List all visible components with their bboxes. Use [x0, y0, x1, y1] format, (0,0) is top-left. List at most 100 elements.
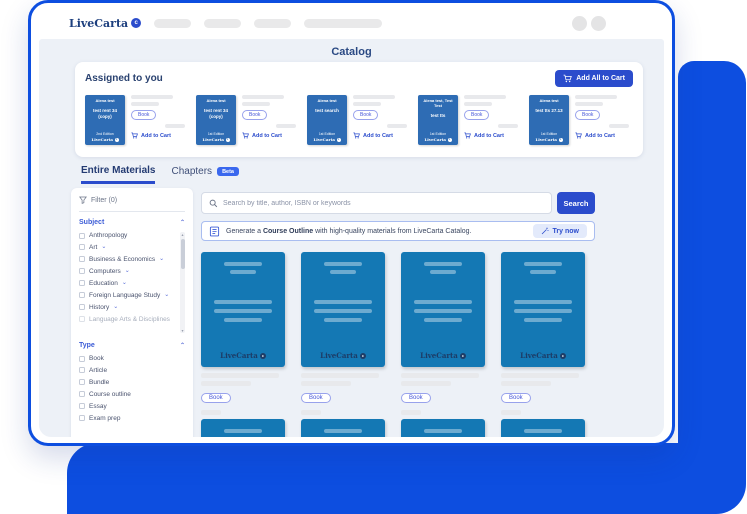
chevron-down-icon[interactable]: ⌄ [122, 280, 127, 286]
type-option[interactable]: Article [79, 367, 185, 374]
subject-option[interactable]: Computers⌄ [79, 268, 177, 275]
type-option[interactable]: Exam prep [79, 415, 185, 422]
assigned-card[interactable]: Alena test, Test Test test tts 1st Editi… [418, 95, 522, 145]
cart-icon [353, 132, 360, 139]
book-cover[interactable]: Alena test test rent 34 (copy) 2nd Editi… [85, 95, 125, 145]
checkbox[interactable] [79, 316, 85, 322]
book-cover[interactable]: LiveCartac [501, 252, 585, 367]
add-to-cart-link[interactable]: Add to Cart [575, 132, 633, 139]
checkbox[interactable] [79, 304, 85, 310]
subject-option[interactable]: Language Arts & Disciplines [79, 316, 177, 323]
tab-entire-materials[interactable]: Entire Materials [81, 165, 155, 184]
search-button[interactable]: Search [557, 192, 595, 214]
assigned-card[interactable]: Alena test test rent 34 (copy) 1st Editi… [196, 95, 300, 145]
search-box[interactable] [201, 192, 552, 214]
subject-section-header[interactable]: Subject ⌃ [79, 219, 185, 226]
price-placeholder [276, 124, 296, 128]
type-badge: Book [575, 110, 600, 120]
book-cover[interactable] [301, 419, 385, 437]
price-placeholder [165, 124, 185, 128]
chevron-down-icon[interactable]: ⌄ [159, 256, 164, 262]
book-cover[interactable]: LiveCartac [401, 252, 485, 367]
checkbox[interactable] [79, 233, 85, 239]
course-outline-banner: Generate a Course Outline with high-qual… [201, 221, 595, 241]
background-shape-bottom [67, 443, 746, 514]
assigned-card[interactable]: Alena test test search 1st Edition LiveC… [307, 95, 411, 145]
title-placeholder [242, 95, 284, 99]
catalog-grid: LiveCartac Book LiveCartac [201, 252, 595, 437]
subject-option[interactable]: History⌄ [79, 304, 177, 311]
checkbox[interactable] [79, 391, 85, 397]
book-cover[interactable]: Alena test test rent 34 (copy) 1st Editi… [196, 95, 236, 145]
scroll-up-icon[interactable]: ▴ [180, 232, 185, 237]
catalog-card[interactable]: LiveCartac Book [401, 252, 485, 415]
book-cover[interactable]: Alena test, Test Test test tts 1st Editi… [418, 95, 458, 145]
logo-mark-icon: c [560, 353, 566, 359]
add-all-to-cart-button[interactable]: Add All to Cart [555, 70, 633, 87]
author-placeholder [575, 102, 603, 106]
catalog-card[interactable]: LiveCartac Book [201, 252, 285, 415]
catalog-card[interactable]: LiveCartac Book [501, 252, 585, 415]
chevron-down-icon[interactable]: ⌄ [101, 244, 106, 250]
avatar[interactable] [591, 16, 606, 31]
checkbox[interactable] [79, 415, 85, 421]
type-option[interactable]: Book [79, 355, 185, 362]
book-cover[interactable]: LiveCartac [201, 252, 285, 367]
scrollbar-thumb[interactable] [181, 239, 185, 269]
add-to-cart-link[interactable]: Add to Cart [464, 132, 522, 139]
nav-placeholder [154, 19, 191, 28]
add-to-cart-link[interactable]: Add to Cart [131, 132, 189, 139]
catalog-card[interactable] [201, 419, 285, 437]
checkbox[interactable] [79, 268, 85, 274]
subject-scrollbar[interactable]: ▴ ▾ [180, 232, 185, 333]
try-now-button[interactable]: Try now [533, 224, 587, 238]
book-cover[interactable]: Alena test test search 1st Edition LiveC… [307, 95, 347, 145]
checkbox[interactable] [79, 280, 85, 286]
type-badge: Book [131, 110, 156, 120]
subject-option[interactable]: Business & Economics⌄ [79, 256, 177, 263]
book-cover[interactable] [501, 419, 585, 437]
subject-option[interactable]: Art⌄ [79, 244, 177, 251]
catalog-card[interactable]: LiveCartac Book [301, 252, 385, 415]
checkbox[interactable] [79, 356, 85, 362]
checkbox[interactable] [79, 244, 85, 250]
assigned-title: Assigned to you [85, 73, 163, 84]
add-to-cart-link[interactable]: Add to Cart [353, 132, 411, 139]
price-placeholder [498, 124, 518, 128]
checkbox[interactable] [79, 379, 85, 385]
chevron-down-icon[interactable]: ⌄ [113, 304, 118, 310]
type-option[interactable]: Course outline [79, 391, 185, 398]
cart-icon [464, 132, 471, 139]
chevron-down-icon[interactable]: ⌄ [164, 292, 169, 298]
book-cover[interactable] [401, 419, 485, 437]
book-cover[interactable]: LiveCartac [301, 252, 385, 367]
filter-toggle[interactable]: Filter (0) [79, 196, 185, 204]
checkbox[interactable] [79, 256, 85, 262]
avatar[interactable] [572, 16, 587, 31]
filters-sidebar: Filter (0) Subject ⌃ Anthropology Art⌄ B… [71, 188, 193, 437]
type-option[interactable]: Essay [79, 403, 185, 410]
checkbox[interactable] [79, 292, 85, 298]
type-option[interactable]: Bundle [79, 379, 185, 386]
subject-option[interactable]: Foreign Language Study⌄ [79, 292, 177, 299]
assigned-card[interactable]: Alena test test tts 27.13 1st Edition Li… [529, 95, 633, 145]
chevron-down-icon[interactable]: ⌄ [125, 268, 130, 274]
subject-option[interactable]: Anthropology [79, 232, 177, 239]
search-input[interactable] [223, 200, 544, 207]
checkbox[interactable] [79, 403, 85, 409]
background-shape-right [678, 61, 746, 461]
subject-option[interactable]: Education⌄ [79, 280, 177, 287]
type-section-header[interactable]: Type ⌃ [79, 342, 185, 349]
checkbox[interactable] [79, 367, 85, 373]
catalog-card[interactable] [501, 419, 585, 437]
assigned-card[interactable]: Alena test test rent 34 (copy) 2nd Editi… [85, 95, 189, 145]
add-to-cart-link[interactable]: Add to Cart [242, 132, 300, 139]
document-icon [209, 226, 220, 237]
catalog-card[interactable] [301, 419, 385, 437]
book-cover[interactable]: Alena test test tts 27.13 1st Edition Li… [529, 95, 569, 145]
scroll-down-icon[interactable]: ▾ [180, 328, 185, 333]
livecarta-logo[interactable]: LiveCarta c [69, 17, 141, 30]
catalog-card[interactable] [401, 419, 485, 437]
tab-chapters[interactable]: Chapters Beta [171, 166, 239, 184]
book-cover[interactable] [201, 419, 285, 437]
